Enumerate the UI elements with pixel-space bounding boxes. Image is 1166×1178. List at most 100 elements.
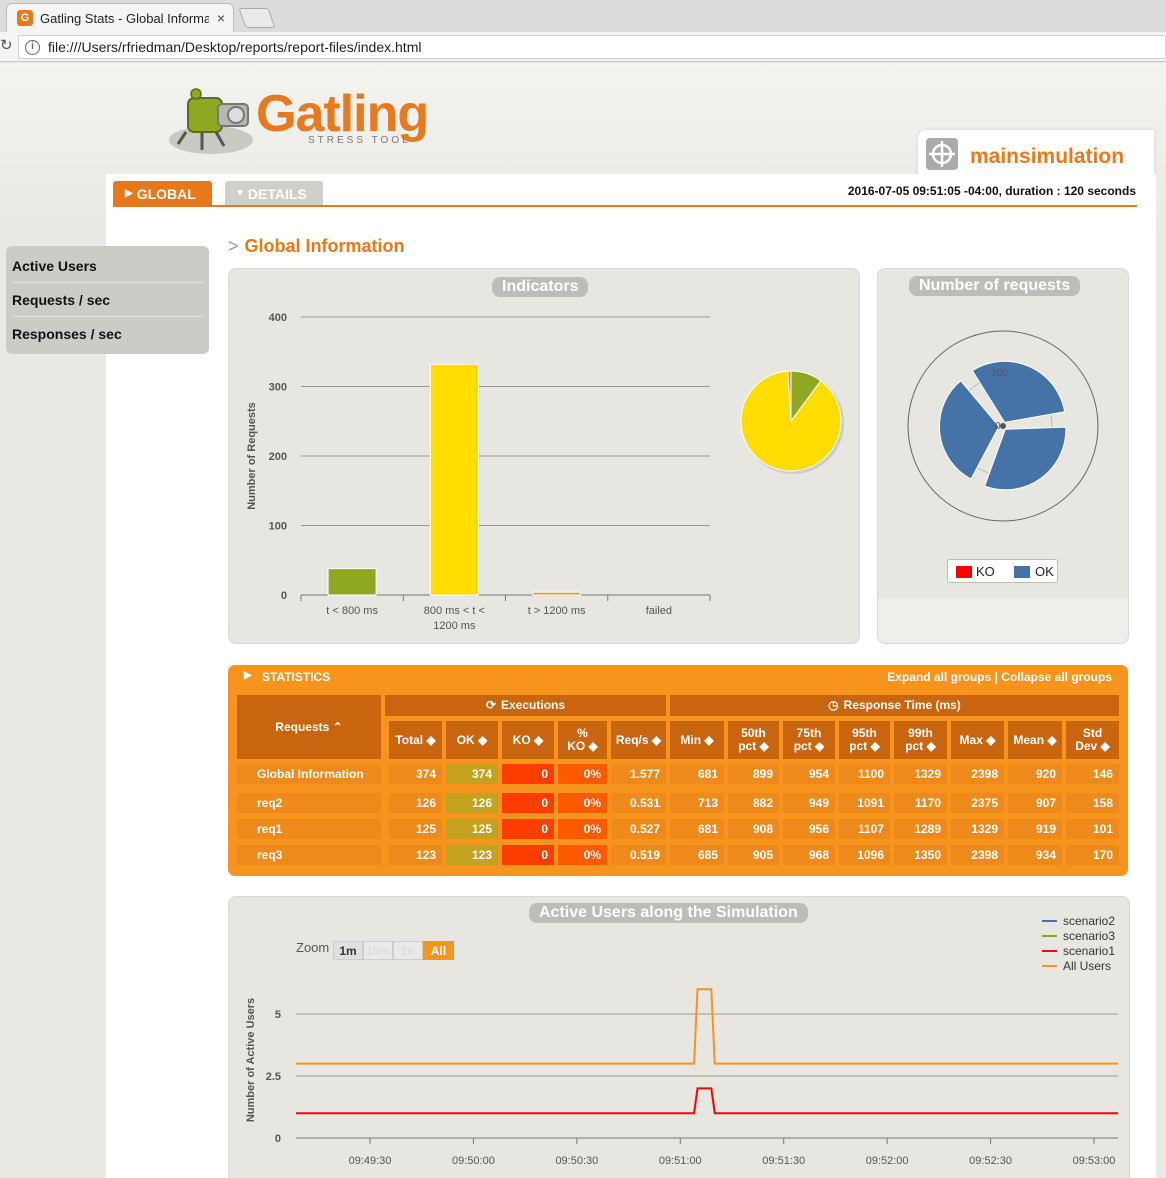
bar-t-1200-ms bbox=[532, 591, 582, 596]
stat-cell-ok: 374 bbox=[446, 764, 498, 784]
column-header-max[interactable]: Max ◆ bbox=[951, 721, 1004, 759]
tab-global[interactable]: ▶ GLOBAL bbox=[113, 181, 212, 206]
simulation-name: mainsimulation bbox=[970, 145, 1125, 168]
stat-cell-99th: 1170 bbox=[894, 793, 947, 813]
tab-details-label: DETAILS bbox=[247, 185, 307, 202]
stat-cell-50th: 899 bbox=[728, 764, 779, 784]
address-bar[interactable]: i file:///Users/rfriedman/Desktop/report… bbox=[18, 35, 1166, 59]
bar-t-800-ms bbox=[327, 568, 377, 596]
stat-cell-95th: 1100 bbox=[839, 764, 890, 784]
clock-icon: ◷ bbox=[828, 698, 839, 712]
column-header-req-s[interactable]: Req/s ◆ bbox=[611, 721, 666, 759]
stat-cell-min: 681 bbox=[670, 819, 724, 839]
column-header-text: Dev ◆ bbox=[1075, 739, 1110, 753]
stat-cell-: 0% bbox=[558, 845, 607, 865]
series-line-all-users bbox=[296, 988, 1118, 1065]
stat-cell-50th: 908 bbox=[728, 819, 779, 839]
stat-cell-ko: 0 bbox=[502, 764, 554, 784]
caret-down-icon: ▼ bbox=[235, 188, 245, 199]
legend-ok-label[interactable]: OK bbox=[1035, 564, 1054, 579]
y-tick-label: 0 bbox=[275, 1133, 281, 1145]
stat-cell-95th: 1107 bbox=[839, 819, 890, 839]
stat-cell-max: 1329 bbox=[951, 819, 1004, 839]
stat-cell-ko: 0 bbox=[502, 793, 554, 813]
gatling-favicon-icon: G bbox=[17, 10, 33, 26]
executions-label: Executions bbox=[501, 698, 566, 712]
polar-ring-label: 100 bbox=[991, 368, 1008, 379]
stat-cell-ok: 123 bbox=[446, 845, 498, 865]
number-of-requests-footer bbox=[878, 598, 1128, 643]
stat-cell-99th: 1350 bbox=[894, 845, 947, 865]
info-icon[interactable]: i bbox=[25, 39, 40, 55]
stat-cell-99th: 1329 bbox=[894, 764, 947, 784]
column-header-std-dev[interactable]: Std Dev ◆ bbox=[1066, 721, 1119, 759]
column-header-mean[interactable]: Mean ◆ bbox=[1008, 721, 1062, 759]
stat-cell-: 0% bbox=[558, 793, 607, 813]
sidebar-item-active-users[interactable]: Active Users bbox=[12, 249, 204, 283]
stat-cell-min: 685 bbox=[670, 845, 724, 865]
stat-cell-req-s: 0.531 bbox=[611, 793, 666, 813]
stat-cell-ko: 0 bbox=[502, 845, 554, 865]
stat-cell-min: 681 bbox=[670, 764, 724, 784]
legend-ok-swatch bbox=[1014, 566, 1030, 578]
y-tick-label: 0 bbox=[281, 590, 287, 602]
stat-cell-95th: 1096 bbox=[839, 845, 890, 865]
x-tick-label: 09:52:30 bbox=[969, 1155, 1012, 1167]
column-header-min[interactable]: Min ◆ bbox=[670, 721, 724, 759]
url-text: file:///Users/rfriedman/Desktop/reports/… bbox=[48, 39, 422, 55]
reload-icon[interactable]: ↻ bbox=[0, 36, 13, 54]
column-header-total[interactable]: Total ◆ bbox=[389, 721, 442, 759]
column-header-text: Req/s ◆ bbox=[615, 732, 662, 747]
close-tab-icon[interactable]: × bbox=[217, 10, 225, 26]
column-header-95th-pct[interactable]: 95th pct ◆ bbox=[839, 721, 890, 759]
legend-ko-label[interactable]: KO bbox=[976, 564, 995, 579]
column-header-text: Requests ⌃ bbox=[275, 719, 343, 734]
response-time-label: Response Time (ms) bbox=[843, 698, 961, 712]
tab-details[interactable]: ▼ DETAILS bbox=[225, 181, 323, 206]
sidebar-item-requests-sec[interactable]: Requests / sec bbox=[12, 283, 204, 317]
browser-tab[interactable]: G Gatling Stats - Global Informat × bbox=[6, 3, 234, 32]
column-header-75th-pct[interactable]: 75th pct ◆ bbox=[783, 721, 835, 759]
request-name[interactable]: req1 bbox=[237, 819, 381, 839]
stat-cell-95th: 1091 bbox=[839, 793, 890, 813]
stat-cell-75th: 949 bbox=[783, 793, 835, 813]
column-header-requests[interactable]: Requests ⌃ bbox=[237, 695, 381, 759]
column-header-ko[interactable]: % KO ◆ bbox=[558, 721, 607, 759]
run-info: 2016-07-05 09:51:05 -04:00, duration : 1… bbox=[847, 184, 1136, 198]
column-header-ko[interactable]: KO ◆ bbox=[502, 721, 554, 759]
section-title-text: Global Information bbox=[244, 236, 405, 256]
stat-cell-mean: 907 bbox=[1008, 793, 1062, 813]
expand-arrow-icon[interactable]: ▶ bbox=[244, 670, 252, 681]
request-name[interactable]: req3 bbox=[237, 845, 381, 865]
expand-collapse-links[interactable]: Expand all groups | Collapse all groups bbox=[887, 670, 1112, 684]
refresh-icon: ⟳ bbox=[485, 698, 497, 712]
column-header-ok[interactable]: OK ◆ bbox=[446, 721, 498, 759]
bar-800-ms-t-1200-ms bbox=[429, 363, 479, 596]
sidebar-item-responses-sec[interactable]: Responses / sec bbox=[12, 317, 204, 351]
column-header-text: Mean ◆ bbox=[1013, 732, 1057, 747]
stat-cell-std: 170 bbox=[1066, 845, 1119, 865]
stat-cell-75th: 968 bbox=[783, 845, 835, 865]
stat-cell-max: 2398 bbox=[951, 764, 1004, 784]
y-tick-label: 200 bbox=[269, 451, 287, 463]
stat-cell-req-s: 1.577 bbox=[611, 764, 666, 784]
column-header-99th-pct[interactable]: 99th pct ◆ bbox=[894, 721, 947, 759]
y-axis-label: Number of Active Users bbox=[245, 998, 257, 1122]
stat-cell-: 0% bbox=[558, 819, 607, 839]
stat-cell-total: 125 bbox=[389, 819, 442, 839]
request-name[interactable]: req2 bbox=[237, 793, 381, 813]
x-tick-label: 09:52:00 bbox=[866, 1155, 909, 1167]
y-tick-label: 2.5 bbox=[266, 1071, 281, 1083]
gatling-mascot-icon bbox=[169, 88, 253, 154]
stat-cell-std: 101 bbox=[1066, 819, 1119, 839]
column-header-text: Min ◆ bbox=[680, 732, 714, 747]
statistics-table: ▶ STATISTICS Expand all groups | Collaps… bbox=[228, 665, 1128, 876]
column-header-text: OK ◆ bbox=[456, 732, 488, 747]
column-header-50th-pct[interactable]: 50th pct ◆ bbox=[728, 721, 779, 759]
column-header-text: pct ◆ bbox=[738, 739, 769, 753]
y-tick-label: 300 bbox=[269, 382, 287, 394]
simulation-badge: mainsimulation bbox=[918, 130, 1154, 176]
series-line-scenario1 bbox=[296, 1087, 1118, 1115]
x-tick-label: 09:49:30 bbox=[349, 1155, 392, 1167]
y-tick-label: 100 bbox=[269, 521, 287, 533]
